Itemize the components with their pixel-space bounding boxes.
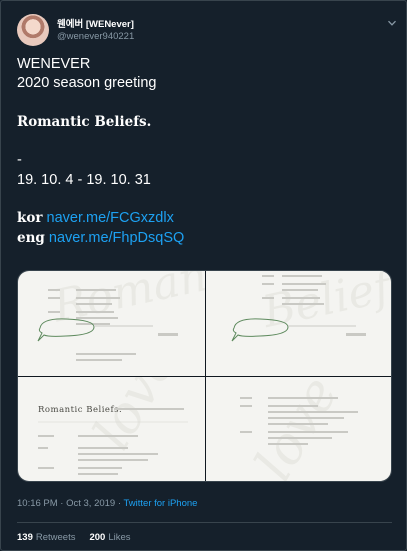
tweet-line [17,94,392,113]
likes-stat[interactable]: 200 Likes [89,532,130,543]
eng-link[interactable]: naver.me/FhpDsqSQ [49,230,184,246]
timestamp[interactable]: 10:16 PM · Oct 3, 2019 [17,498,115,509]
tweet-line-eng: eng naver.me/FhpDsqSQ [17,229,392,248]
media-image-2[interactable]: Beliefs [206,271,392,376]
author-handle[interactable]: @wenever940221 [57,31,134,42]
tweet-line [17,132,392,151]
svg-text:Beliefs: Beliefs [257,271,392,338]
media-image-1[interactable]: Romantic [18,271,205,376]
author-name-row[interactable]: 웬에버 [WENever] [57,16,134,30]
meta-separator: · [115,498,124,509]
chevron-down-icon[interactable] [387,15,397,26]
tweet-stats: 139 Retweets 200 Likes [17,532,131,543]
tweet-text: WENEVER 2020 season greeting Romantic Be… [17,55,392,248]
tweet-line: - [17,152,22,169]
tweet-line: WENEVER [17,56,91,72]
source-link[interactable]: Twitter for iPhone [124,498,198,509]
retweets-count: 139 [17,532,33,543]
svg-text:Romantic: Romantic [48,271,205,333]
retweets-label: Retweets [35,532,76,543]
divider [17,522,392,523]
media-image-4[interactable]: love [206,377,391,482]
tweet-line-title: Romantic Beliefs. [17,113,152,130]
kor-label: kor [17,210,43,227]
tweet-line-kor: kor naver.me/FCGxzdlx [17,209,392,228]
avatar[interactable] [17,14,49,46]
tweet-line-dates: 19. 10. 4 - 19. 10. 31 [17,171,151,188]
media-grid[interactable]: Romantic Beliefs love Romantic Beliefs. … [17,270,392,482]
likes-label: Likes [108,532,131,543]
kor-link[interactable]: naver.me/FCGxzdlx [47,210,174,226]
tweet-line: 2020 season greeting [17,75,157,92]
svg-text:love: love [244,377,350,482]
tweet-line [17,190,392,209]
card-title: Romantic Beliefs. [38,405,122,415]
likes-count: 200 [89,532,106,543]
retweets-stat[interactable]: 139 Retweets [17,532,75,543]
tweet-card: 웬에버 [WENever] @wenever940221 WENEVER 202… [0,0,407,551]
media-image-3[interactable]: love Romantic Beliefs. [18,377,205,481]
eng-label: eng [17,229,45,246]
tweet-meta: 10:16 PM · Oct 3, 2019 · Twitter for iPh… [17,498,197,509]
author-display-name[interactable]: 웬에버 [WENever] [57,16,134,30]
